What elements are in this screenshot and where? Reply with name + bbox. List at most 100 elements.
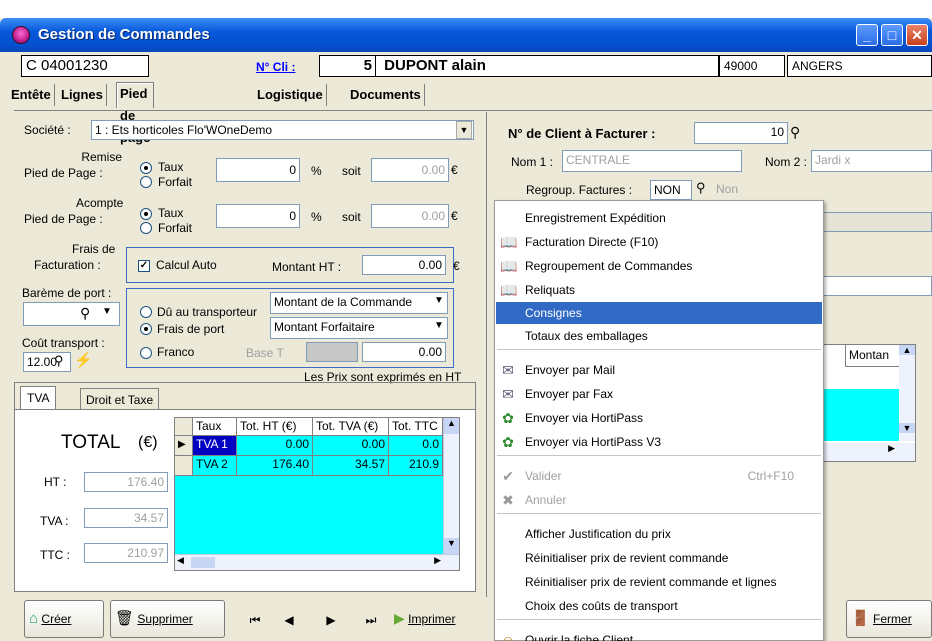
regroup-glasses-icon[interactable]: ⚲: [696, 180, 706, 196]
remise-input[interactable]: 0: [216, 158, 300, 182]
title-bar[interactable]: Gestion de Commandes _ □ ✕: [0, 18, 932, 52]
tva-row-2-taux[interactable]: TVA 2: [193, 456, 237, 476]
tva-col-ttc[interactable]: Tot. TTC (: [389, 418, 443, 436]
societe-select[interactable]: 1 : Ets horticoles Flo'WOneDemo: [91, 120, 474, 140]
tab-logistique[interactable]: Logistique: [254, 84, 327, 106]
acompte-input[interactable]: 0: [216, 204, 300, 228]
right-scroll-up-icon[interactable]: ▲: [899, 345, 915, 355]
client-facturer-input[interactable]: 10: [694, 122, 788, 144]
mode-select-2-arrow[interactable]: ▼: [434, 320, 444, 331]
tab-lignes[interactable]: Lignes: [58, 84, 107, 106]
menu-item[interactable]: Choix des coûts de transport: [496, 595, 822, 617]
next-record-button[interactable]: ▶: [318, 606, 344, 634]
scroll-down-icon[interactable]: ▼: [444, 538, 459, 554]
tva-row-2-ttc[interactable]: 210.9: [389, 456, 443, 476]
tva-col-ht[interactable]: Tot. HT (€): [237, 418, 313, 436]
bareme-dropdown-arrow[interactable]: ▼: [102, 306, 112, 317]
tva-col-taux[interactable]: Taux: [193, 418, 237, 436]
tva-row-2-tva[interactable]: 34.57: [313, 456, 389, 476]
acompte-taux-radio[interactable]: [140, 208, 152, 220]
tva-row-1-tva[interactable]: 0.00: [313, 436, 389, 456]
remise-taux-radio[interactable]: [140, 162, 152, 174]
tab-entete[interactable]: Entête: [8, 84, 55, 106]
tva-row-1-ttc[interactable]: 0.0: [389, 436, 443, 456]
right-grid-selected[interactable]: [823, 389, 900, 441]
hscroll-thumb[interactable]: [191, 557, 215, 568]
last-record-button[interactable]: ⏭: [358, 606, 384, 634]
close-button[interactable]: ✕: [906, 24, 928, 46]
acompte-forfait-radio[interactable]: [140, 222, 152, 234]
total-ht-value: 176.40: [84, 472, 168, 492]
tab-documents[interactable]: Documents: [347, 84, 425, 106]
tab-tva[interactable]: TVA: [20, 386, 57, 410]
cout-glasses-icon[interactable]: ⚲: [54, 353, 64, 369]
scroll-left-icon[interactable]: ◀: [177, 555, 184, 566]
right-scroll-right-icon[interactable]: ▶: [888, 443, 895, 454]
menu-item[interactable]: Réinitialiser prix de revient commande e…: [496, 571, 822, 593]
maximize-button[interactable]: □: [881, 24, 903, 46]
creer-button[interactable]: ⌂ Créer: [24, 600, 104, 638]
menu-item[interactable]: ☺ Ouvrir la fiche Client: [496, 629, 822, 641]
menu-item[interactable]: Enregistrement Expédition: [496, 207, 822, 229]
du-transporteur-radio[interactable]: [140, 306, 152, 318]
menu-item[interactable]: 📖 Regroupement de Commandes: [496, 255, 822, 277]
client-number-link[interactable]: N° Cli :: [256, 60, 295, 74]
remise-forfait-radio[interactable]: [140, 176, 152, 188]
tva-grid-hscroll[interactable]: ◀ ▶: [175, 554, 459, 570]
menu-item[interactable]: ✉ Envoyer par Fax: [496, 383, 822, 405]
right-grid-vscroll[interactable]: ▲ ▼: [899, 345, 915, 441]
scroll-up-icon[interactable]: ▲: [444, 418, 459, 434]
bareme-glasses-icon[interactable]: ⚲: [80, 305, 90, 322]
cout-transport-input[interactable]: 12.00: [23, 352, 71, 372]
right-grid[interactable]: Montan ▲ ▼ ▶: [822, 344, 916, 462]
remise-label-1: Remise: [81, 150, 122, 164]
minimize-button[interactable]: _: [856, 24, 878, 46]
base-value[interactable]: 0.00: [362, 342, 446, 362]
tva-grid[interactable]: Taux Tot. HT (€) Tot. TVA (€) Tot. TTC (…: [174, 417, 460, 571]
menu-item[interactable]: ✉ Envoyer par Mail: [496, 359, 822, 381]
order-number-field[interactable]: C 04001230: [21, 55, 149, 77]
right-grid-col[interactable]: Montan: [845, 345, 901, 367]
mode-select-2[interactable]: Montant Forfaitaire: [270, 317, 448, 339]
city-field: ANGERS: [787, 55, 932, 77]
acompte-forfait-label: Forfait: [158, 221, 193, 235]
lightning-icon[interactable]: ⚡: [74, 351, 93, 369]
mode-select-1-arrow[interactable]: ▼: [434, 295, 444, 306]
tab-pied-de-page[interactable]: Pied de page: [116, 82, 155, 145]
tva-row-1-taux[interactable]: TVA 1: [193, 436, 237, 456]
mode-select-1[interactable]: Montant de la Commande: [270, 292, 448, 314]
menu-item[interactable]: 📖 Facturation Directe (F10): [496, 231, 822, 253]
fermer-label: Fermer: [873, 612, 912, 626]
client-number-value[interactable]: 5: [320, 56, 376, 76]
scroll-right-icon[interactable]: ▶: [434, 555, 441, 566]
menu-separator: [497, 619, 821, 620]
right-scroll-down-icon[interactable]: ▼: [899, 423, 915, 433]
frais-de-port-radio[interactable]: [140, 323, 152, 335]
prev-record-button[interactable]: ◀: [276, 606, 302, 634]
client-facturer-glasses-icon[interactable]: ⚲: [790, 124, 800, 141]
tab-droit-et-taxe[interactable]: Droit et Taxe: [80, 388, 160, 410]
nom1-label: Nom 1 :: [511, 155, 554, 169]
right-text-field[interactable]: [822, 276, 932, 296]
supprimer-button[interactable]: 🗑 Supprimer: [110, 600, 225, 638]
first-record-button[interactable]: ⏮: [242, 606, 268, 634]
tva-row-1-ht[interactable]: 0.00: [237, 436, 313, 456]
societe-dropdown-arrow[interactable]: ▼: [456, 121, 472, 139]
tva-grid-vscroll[interactable]: ▲ ▼: [443, 418, 459, 554]
montant-ht-input[interactable]: 0.00: [362, 255, 446, 275]
fermer-button[interactable]: 🚪 Fermer: [846, 600, 932, 638]
menu-item[interactable]: 📖 Reliquats: [496, 279, 822, 301]
menu-item[interactable]: ✿ Envoyer via HortiPass: [496, 407, 822, 429]
tva-col-tva[interactable]: Tot. TVA (€): [313, 418, 389, 436]
menu-item[interactable]: ✿ Envoyer via HortiPass V3: [496, 431, 822, 453]
imprimer-button[interactable]: ▶ Imprimer: [390, 600, 485, 638]
menu-item[interactable]: Afficher Justification du prix: [496, 523, 822, 545]
tva-row-2-ht[interactable]: 176.40: [237, 456, 313, 476]
menu-item[interactable]: Consignes: [496, 302, 822, 324]
regroup-input[interactable]: NON: [650, 180, 692, 200]
menu-item[interactable]: Totaux des emballages: [496, 325, 822, 347]
franco-radio[interactable]: [140, 347, 152, 359]
calcul-auto-checkbox[interactable]: ✓: [138, 260, 150, 272]
menu-item[interactable]: Réinitialiser prix de revient commande: [496, 547, 822, 569]
right-grid-hscroll[interactable]: ▶: [823, 443, 915, 461]
